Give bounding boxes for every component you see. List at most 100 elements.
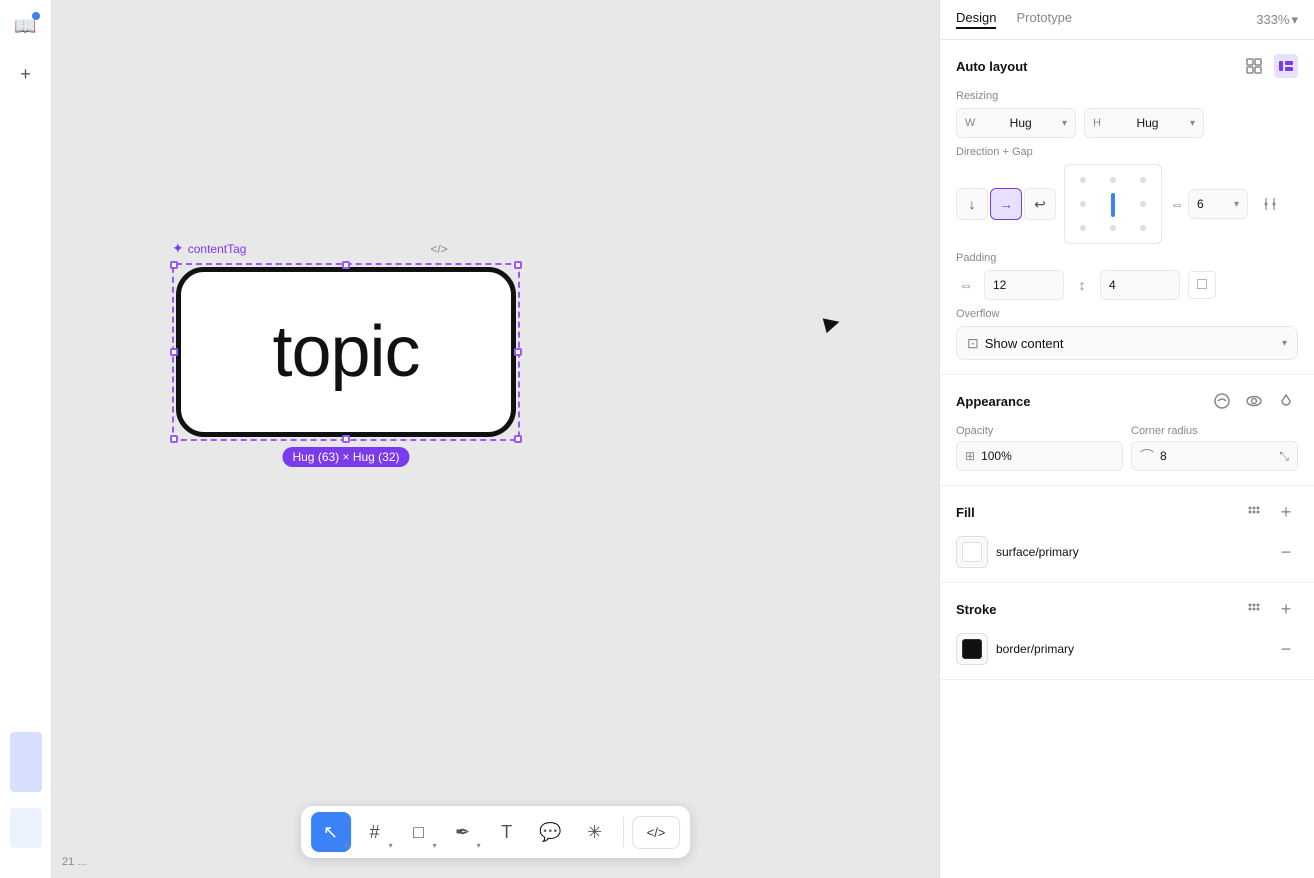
align-dot-tr[interactable]	[1140, 177, 1146, 183]
height-field[interactable]: H Hug ▾	[1084, 108, 1204, 138]
opacity-corner-row: Opacity ⊞ 100% Corner radius ⌒ 8 ⤡	[956, 425, 1298, 471]
text-tool-btn[interactable]: T	[487, 812, 527, 852]
select-dropdown-arrow: ▾	[345, 841, 349, 850]
padding-label: Padding	[956, 252, 1298, 264]
corner-radius-input[interactable]: ⌒ 8 ⤡	[1131, 441, 1298, 471]
h-label: H	[1093, 117, 1101, 129]
chevron-down-icon: ▾	[1291, 12, 1298, 28]
fill-color-swatch[interactable]	[956, 536, 988, 568]
fill-header: Fill +	[956, 500, 1298, 524]
fill-section: Fill + surface/primar	[940, 486, 1314, 583]
text-icon: T	[501, 822, 512, 843]
layer-indicator-2	[10, 808, 42, 848]
pen-tool-btn[interactable]: ✒ ▾	[443, 812, 483, 852]
auto-layout-grid-icon[interactable]	[1242, 54, 1266, 78]
gap-input[interactable]: 6 ▾	[1188, 189, 1248, 219]
fill-grid-icon[interactable]	[1242, 500, 1266, 524]
select-tool-btn[interactable]: ↖ ▾	[311, 812, 351, 852]
v-padding-icon: ↕	[1072, 277, 1092, 293]
stroke-add-btn[interactable]: +	[1274, 597, 1298, 621]
left-sidebar: 📖 +	[0, 0, 52, 878]
cursor-arrow: ▶	[821, 308, 842, 336]
rect-icon: □	[413, 822, 424, 843]
resizing-row: W Hug ▾ H Hug ▾	[956, 108, 1298, 138]
tab-design[interactable]: Design	[956, 10, 996, 29]
handle-mr[interactable]	[514, 348, 522, 356]
handle-tr[interactable]	[514, 261, 522, 269]
overflow-dropdown[interactable]: ⊡ Show content ▾	[956, 326, 1298, 360]
handle-tm[interactable]	[342, 261, 350, 269]
rect-tool-btn[interactable]: □ ▾	[399, 812, 439, 852]
add-icon-btn[interactable]: +	[10, 58, 42, 90]
width-value: Hug	[1010, 116, 1032, 130]
h-padding-input[interactable]: 12	[984, 270, 1064, 300]
auto-layout-title: Auto layout	[956, 59, 1028, 74]
stroke-grid-icon[interactable]	[1242, 597, 1266, 621]
fill-value: surface/primary	[996, 545, 1266, 559]
gap-control: ⇔ 6 ▾	[1170, 189, 1248, 219]
frame-dropdown-arrow: ▾	[389, 841, 393, 850]
align-dot-bl[interactable]	[1080, 225, 1086, 231]
v-padding-value: 4	[1109, 278, 1116, 292]
fill-actions: +	[1242, 500, 1298, 524]
book-icon-btn[interactable]: 📖	[10, 10, 42, 42]
stroke-color-swatch[interactable]	[956, 633, 988, 665]
appearance-header: Appearance	[956, 389, 1298, 413]
component-selection-box[interactable]: topic Hug (63) × Hug (32)	[172, 263, 520, 441]
dir-wrap-btn[interactable]: ↩	[1024, 188, 1056, 220]
gap-value: 6	[1197, 197, 1204, 211]
handle-br[interactable]	[514, 435, 522, 443]
handle-bl[interactable]	[170, 435, 178, 443]
fill-remove-btn[interactable]: −	[1274, 540, 1298, 564]
align-extra-icon[interactable]	[1256, 190, 1284, 218]
topic-text: topic	[272, 311, 419, 393]
dir-down-btn[interactable]: ↓	[956, 188, 988, 220]
handle-bm[interactable]	[342, 435, 350, 443]
tab-prototype[interactable]: Prototype	[1016, 10, 1072, 29]
canvas[interactable]: ✦ contentTag </> topic Hug (63) × Hug (3…	[52, 0, 939, 878]
handle-tl[interactable]	[170, 261, 178, 269]
code-tag[interactable]: </>	[430, 242, 447, 256]
align-dot-bc[interactable]	[1110, 225, 1116, 231]
code-icon: </>	[647, 825, 666, 840]
dir-right-btn[interactable]: →	[990, 188, 1022, 220]
corner-radius-field: Corner radius ⌒ 8 ⤡	[1131, 425, 1298, 471]
zoom-indicator[interactable]: 333% ▾	[1256, 12, 1298, 28]
direction-buttons: ↓ → ↩	[956, 188, 1056, 220]
eye-icon[interactable]	[1242, 389, 1266, 413]
mask-icon[interactable]	[1210, 389, 1234, 413]
toolbar-separator	[623, 817, 624, 847]
align-dot-tc[interactable]	[1110, 177, 1116, 183]
code-btn[interactable]: </>	[632, 816, 681, 849]
alignment-grid[interactable]	[1064, 164, 1162, 244]
v-padding-input[interactable]: 4	[1100, 270, 1180, 300]
height-chevron: ▾	[1190, 118, 1195, 129]
stroke-actions: +	[1242, 597, 1298, 621]
handle-ml[interactable]	[170, 348, 178, 356]
direction-alignment-row: ↓ → ↩ ⇔ 6	[956, 164, 1298, 244]
gap-dropdown-arrow: ▾	[1234, 199, 1239, 210]
align-dot-br[interactable]	[1140, 225, 1146, 231]
auto-layout-layout-icon[interactable]	[1274, 54, 1298, 78]
stroke-remove-btn[interactable]: −	[1274, 637, 1298, 661]
stroke-row: border/primary −	[956, 633, 1298, 665]
topic-card: topic	[176, 267, 516, 437]
padding-corner-btn[interactable]: □	[1188, 271, 1216, 299]
align-dot-mr[interactable]	[1140, 201, 1146, 207]
opacity-input[interactable]: ⊞ 100%	[956, 441, 1123, 471]
align-dot-ml[interactable]	[1080, 201, 1086, 207]
size-label: Hug (63) × Hug (32)	[282, 447, 409, 467]
droplet-icon[interactable]	[1274, 389, 1298, 413]
fill-add-btn[interactable]: +	[1274, 500, 1298, 524]
width-field[interactable]: W Hug ▾	[956, 108, 1076, 138]
plugin-tool-btn[interactable]: ✳	[575, 812, 615, 852]
align-dot-tl[interactable]	[1080, 177, 1086, 183]
frame-tool-btn[interactable]: # ▾	[355, 812, 395, 852]
align-bar-center[interactable]	[1099, 193, 1127, 215]
stroke-title: Stroke	[956, 602, 996, 617]
expand-icon[interactable]: ⤡	[1279, 449, 1289, 464]
corner-icon: ⌒	[1140, 446, 1154, 466]
fill-row: surface/primary −	[956, 536, 1298, 568]
padding-row: ⇔ 12 ↕ 4 □	[956, 270, 1298, 300]
speech-tool-btn[interactable]: 💬	[531, 812, 571, 852]
